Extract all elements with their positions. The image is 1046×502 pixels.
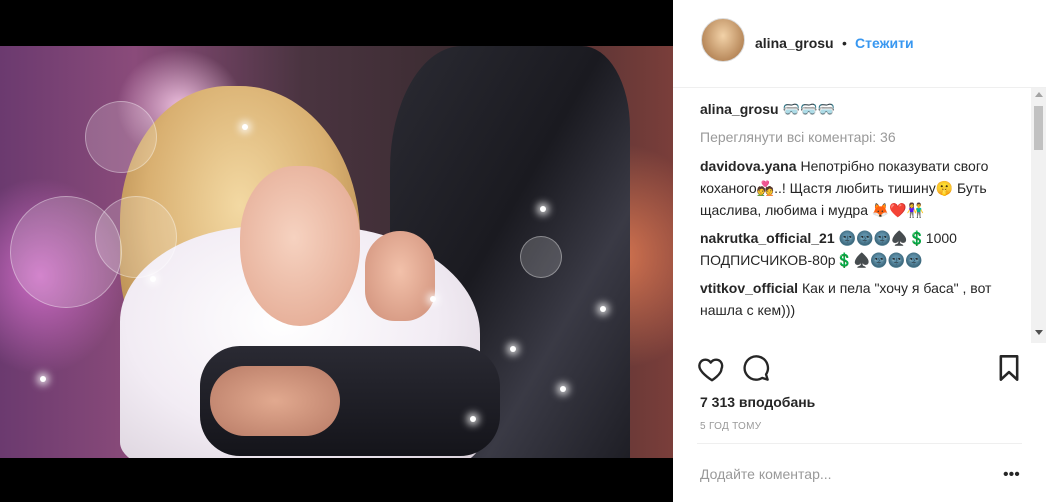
comment-item: nakrutka_official_21 🌚🌚🌚♠️💲1000 ПОДПИСЧИК… [700,227,1030,271]
follow-button[interactable]: Стежити [855,35,914,51]
caption-username[interactable]: alina_grosu [700,101,779,117]
comment-username[interactable]: davidova.yana [700,158,797,174]
photo-face-shape [240,166,360,326]
sparkle [470,416,476,422]
divider [697,443,1022,444]
photo-panel [0,0,673,502]
avatar[interactable] [701,18,745,62]
sparkle [560,386,566,392]
post-sidebar: alina_grosu • Стежити alina_grosu 🥽🥽🥽 Пер… [673,0,1046,502]
heart-outline-icon[interactable] [697,354,727,384]
post-photo[interactable] [0,46,673,458]
caption: alina_grosu 🥽🥽🥽 [700,98,1030,120]
header-username[interactable]: alina_grosu [755,35,834,51]
ellipsis-icon[interactable]: ••• [1003,466,1020,484]
likes-count[interactable]: 7 313 вподобань [700,394,815,410]
photo-hand-shape [365,231,435,321]
add-comment-input[interactable]: Додайте коментар... [700,466,832,482]
caption-text: 🥽🥽🥽 [782,101,835,117]
comments-list: alina_grosu 🥽🥽🥽 Переглянути всі коментарі… [700,98,1030,343]
sparkle [600,306,606,312]
comments-scrollbar[interactable] [1031,88,1046,343]
view-all-comments-link[interactable]: Переглянути всі коментарі: 36 [700,126,1030,148]
scrollbar-thumb[interactable] [1034,106,1043,150]
post-header: alina_grosu • Стежити [673,0,1046,88]
comment-username[interactable]: vtitkov_official [700,280,798,296]
scroll-down-arrow-icon[interactable] [1035,330,1043,335]
sparkle [510,346,516,352]
sparkle [242,124,248,130]
sparkle [40,376,46,382]
bokeh-circle [95,196,177,278]
sparkle [430,296,436,302]
sparkle [540,206,546,212]
photo-hand-shape [210,366,340,436]
post-timestamp[interactable]: 5 ГОД ТОМУ [700,421,761,432]
bookmark-icon[interactable] [997,354,1021,382]
bokeh-circle [520,236,562,278]
separator-dot: • [842,35,847,51]
speech-bubble-icon[interactable] [742,354,770,382]
comment-item: davidova.yana Непотрібно показувати свого… [700,155,1030,221]
bokeh-circle [85,101,157,173]
post-actions [697,352,1027,392]
comment-username[interactable]: nakrutka_official_21 [700,230,835,246]
comment-item: vtitkov_official Как и пела "хочу я баса"… [700,277,1030,321]
sparkle [150,276,156,282]
scroll-up-arrow-icon[interactable] [1035,92,1043,97]
